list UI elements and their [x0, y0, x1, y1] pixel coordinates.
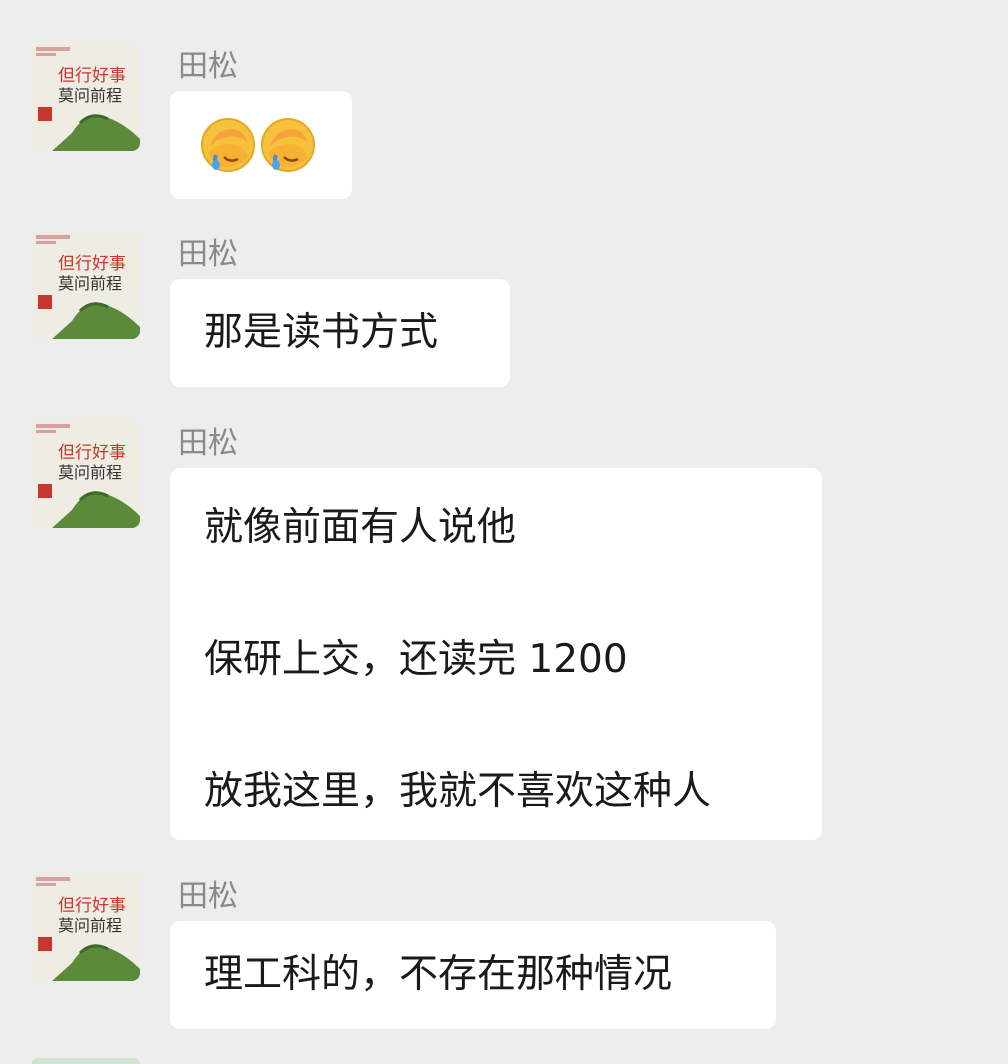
avatar-text-line2: 莫问前程: [58, 916, 122, 935]
message-bubble[interactable]: [170, 91, 352, 199]
avatar[interactable]: 但行好事 莫问前程: [32, 231, 140, 339]
avatar-text-line2: 莫问前程: [58, 463, 122, 482]
avatar[interactable]: 但行好事 莫问前程: [32, 43, 140, 151]
avatar[interactable]: 但行好事 莫问前程: [32, 873, 140, 981]
avatar-text-line1: 但行好事: [58, 254, 126, 274]
sender-name: 田松: [178, 879, 238, 914]
avatar-text-line2: 莫问前程: [58, 86, 122, 105]
facepalm-icon: [200, 117, 256, 173]
avatar-text-line1: 但行好事: [58, 896, 126, 916]
message-text-line: 保研上交，还读完 1200: [204, 637, 628, 682]
sender-name: 田松: [178, 237, 238, 272]
facepalm-icon: [260, 117, 316, 173]
message-bubble[interactable]: 理工科的，不存在那种情况: [170, 921, 776, 1029]
message-bubble[interactable]: 就像前面有人说他 保研上交，还读完 1200 放我这里，我就不喜欢这种人: [170, 468, 822, 840]
avatar-text-line1: 但行好事: [58, 443, 126, 463]
avatar[interactable]: [32, 1058, 140, 1064]
chat-area: 但行好事 莫问前程 田松 但行好事 莫问前程 田松 那是读书方式 但行好事 莫问…: [0, 0, 1008, 1064]
avatar-text-line2: 莫问前程: [58, 274, 122, 293]
message-text: 理工科的，不存在那种情况: [204, 952, 673, 997]
message-text-line: 放我这里，我就不喜欢这种人: [204, 769, 712, 814]
avatar[interactable]: 但行好事 莫问前程: [32, 420, 140, 528]
sender-name: 田松: [178, 426, 238, 461]
message-bubble[interactable]: 那是读书方式: [170, 279, 510, 387]
avatar-text-line1: 但行好事: [58, 66, 126, 86]
message-text-line: 就像前面有人说他: [204, 505, 517, 550]
message-text: 那是读书方式: [204, 310, 439, 355]
sender-name: 田松: [178, 49, 238, 84]
